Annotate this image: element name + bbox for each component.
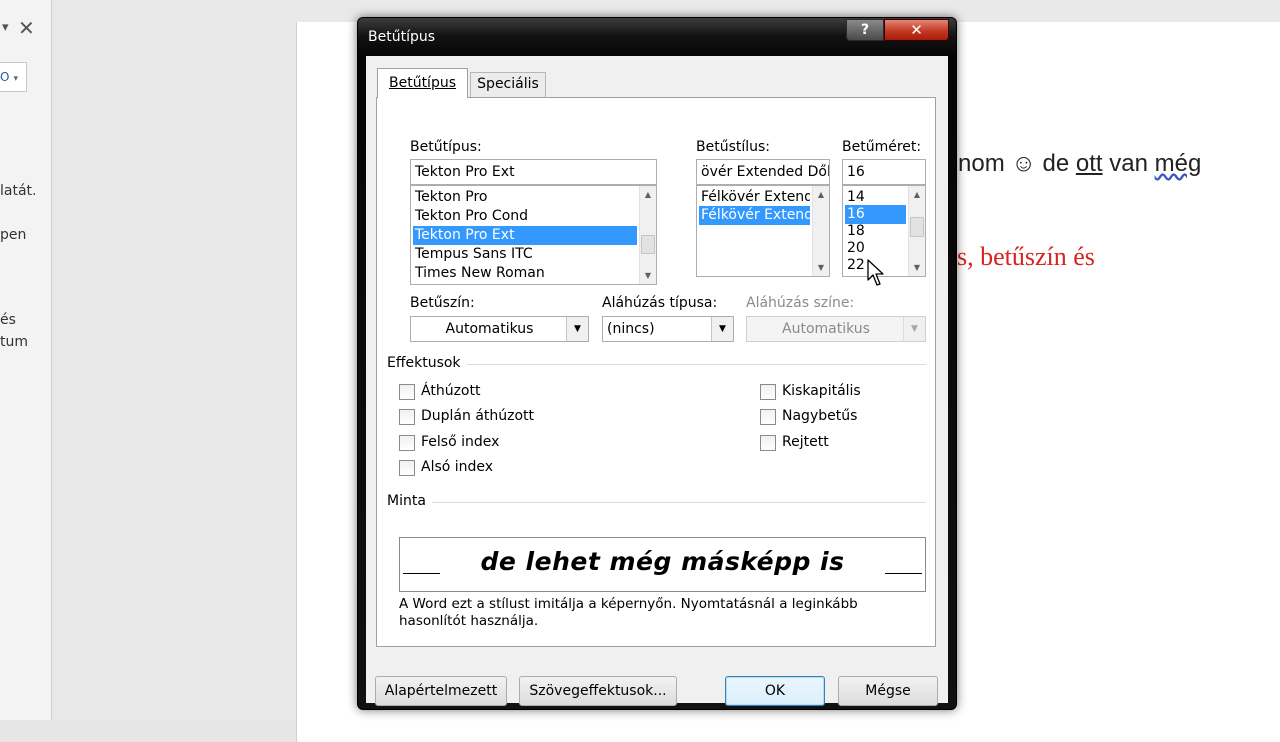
- underline-color-label: Aláhúzás színe:: [746, 295, 855, 311]
- scroll-up-icon[interactable]: ▲: [909, 186, 925, 203]
- underline-type-label: Aláhúzás típusa:: [602, 295, 718, 311]
- pane-dropdown-value: O: [0, 70, 10, 84]
- scroll-up-icon[interactable]: ▲: [640, 186, 656, 203]
- font-list-scrollbar[interactable]: ▲ ▼: [639, 186, 656, 284]
- doc-text-spellcheck: még: [1154, 150, 1202, 177]
- font-list-item[interactable]: Tempus Sans ITC: [413, 245, 637, 264]
- dialog-title: Betűtípus: [368, 29, 436, 45]
- font-size-input[interactable]: 16: [842, 159, 926, 185]
- style-list-scrollbar[interactable]: ▲ ▼: [812, 186, 829, 276]
- chevron-down-icon[interactable]: ▼: [711, 317, 733, 341]
- checkbox-label: Felső index: [421, 434, 500, 450]
- tab-label: Speciális: [477, 76, 539, 92]
- effects-group-title: Effektusok: [387, 355, 461, 371]
- scroll-down-icon[interactable]: ▼: [813, 259, 829, 276]
- size-list-scrollbar[interactable]: ▲ ▼: [908, 186, 925, 276]
- mouse-cursor-icon: [867, 259, 884, 286]
- tab-label: Betűtípus: [388, 75, 456, 91]
- underline-type-select[interactable]: (nincs) ▼: [602, 316, 734, 342]
- font-style-input[interactable]: övér Extended Dőlt: [696, 159, 830, 185]
- checkbox-label: Kiskapitális: [782, 383, 861, 399]
- scroll-thumb[interactable]: [641, 235, 655, 254]
- pane-text: pen: [0, 227, 27, 243]
- font-listbox[interactable]: Tekton Pro Tekton Pro Cond Tekton Pro Ex…: [410, 185, 657, 285]
- font-list-item[interactable]: Tekton Pro Cond: [413, 207, 637, 226]
- font-color-select[interactable]: Automatikus ▼: [410, 316, 589, 342]
- checkbox-label: Alsó index: [421, 459, 494, 475]
- ok-button[interactable]: OK: [725, 676, 825, 706]
- cancel-button[interactable]: Mégse: [838, 676, 938, 706]
- pane-dropdown[interactable]: O ▾: [0, 62, 27, 92]
- font-style-label: Betűstílus:: [696, 139, 771, 155]
- set-as-default-button[interactable]: Alapértelmezett: [375, 676, 507, 706]
- underline-color-select: Automatikus ▼: [746, 316, 926, 342]
- task-pane: ▾ ✕ O ▾ latát. pen és tum: [0, 0, 52, 720]
- font-color-label: Betűszín:: [410, 295, 475, 311]
- checkbox-label: Nagybetűs: [782, 408, 858, 424]
- preview-box: de lehet még másképp is: [399, 537, 926, 592]
- doc-text: nom ☺ de: [958, 150, 1076, 177]
- preview-text: de lehet még másképp is: [480, 547, 845, 576]
- scroll-thumb[interactable]: [910, 217, 924, 237]
- style-list-item-selected[interactable]: Félkövér Extended Dőlt: [699, 206, 810, 225]
- checkbox-label: Áthúzott: [421, 383, 481, 399]
- font-label: Betűtípus:: [410, 139, 482, 155]
- font-list-item[interactable]: Times New Roman: [413, 264, 637, 283]
- chevron-down-icon: ▼: [903, 317, 925, 341]
- font-list-item[interactable]: Tekton Pro: [413, 188, 637, 207]
- pane-close-icon[interactable]: ✕: [18, 16, 35, 40]
- preview-note: A Word ezt a stílust imitálja a képernyő…: [399, 596, 858, 629]
- preview-group-title: Minta: [387, 493, 426, 509]
- checkbox-box[interactable]: [399, 460, 415, 476]
- dialog-client-area: Betűtípus Speciális Betűtípus: Tekton Pr…: [366, 56, 948, 706]
- scroll-down-icon[interactable]: ▼: [640, 267, 656, 284]
- close-icon: ✕: [910, 21, 923, 39]
- style-list-item[interactable]: Félkövér Extended: [699, 188, 810, 207]
- underline-color-value: Automatikus: [782, 321, 870, 337]
- dialog-titlebar[interactable]: Betűtípus ? ✕: [358, 18, 956, 56]
- preview-baseline: [885, 573, 922, 574]
- document-text-line[interactable]: nom ☺ de ott van még: [958, 150, 1201, 178]
- scroll-down-icon[interactable]: ▼: [909, 259, 925, 276]
- checkbox-label: Duplán áthúzott: [421, 408, 535, 424]
- font-dialog: Betűtípus ? ✕ Betűtípus Speciális Betűtí…: [357, 17, 957, 710]
- chevron-down-icon[interactable]: ▼: [566, 317, 588, 341]
- text-effects-button[interactable]: Szövegeffektusok...: [519, 676, 677, 706]
- font-list-item-selected[interactable]: Tekton Pro Ext: [413, 226, 637, 245]
- document-red-text-line[interactable]: s, betűszín és: [957, 242, 1095, 272]
- underline-type-value: (nincs): [607, 321, 655, 337]
- group-divider: [432, 502, 926, 503]
- chevron-down-icon: ▾: [13, 74, 18, 84]
- font-size-label: Betűméret:: [842, 139, 922, 155]
- checkbox-box[interactable]: [399, 384, 415, 400]
- doc-text: van: [1102, 150, 1155, 177]
- font-name-input[interactable]: Tekton Pro Ext: [410, 159, 657, 185]
- pane-text: tum: [0, 334, 28, 350]
- scroll-up-icon[interactable]: ▲: [813, 186, 829, 203]
- checkbox-box[interactable]: [760, 384, 776, 400]
- checkbox-box[interactable]: [399, 409, 415, 425]
- doc-text-underlined: ott: [1075, 150, 1103, 177]
- checkbox-box[interactable]: [399, 435, 415, 451]
- tab-font[interactable]: Betűtípus: [377, 68, 468, 98]
- pane-text: és: [0, 312, 16, 328]
- checkbox-label: Rejtett: [782, 434, 829, 450]
- help-icon: ?: [860, 22, 870, 38]
- tab-advanced[interactable]: Speciális: [470, 72, 546, 97]
- close-button[interactable]: ✕: [884, 19, 949, 41]
- group-divider: [467, 364, 926, 365]
- font-tab-panel: Betűtípus: Tekton Pro Ext Tekton Pro Tek…: [376, 97, 936, 647]
- font-style-listbox[interactable]: Félkövér Extended Félkövér Extended Dőlt…: [696, 185, 830, 277]
- font-color-value: Automatikus: [445, 321, 534, 337]
- help-button[interactable]: ?: [846, 19, 884, 41]
- checkbox-box[interactable]: [760, 409, 776, 425]
- pane-options-icon[interactable]: ▾: [2, 20, 9, 35]
- pane-text: latát.: [0, 183, 37, 199]
- checkbox-box[interactable]: [760, 435, 776, 451]
